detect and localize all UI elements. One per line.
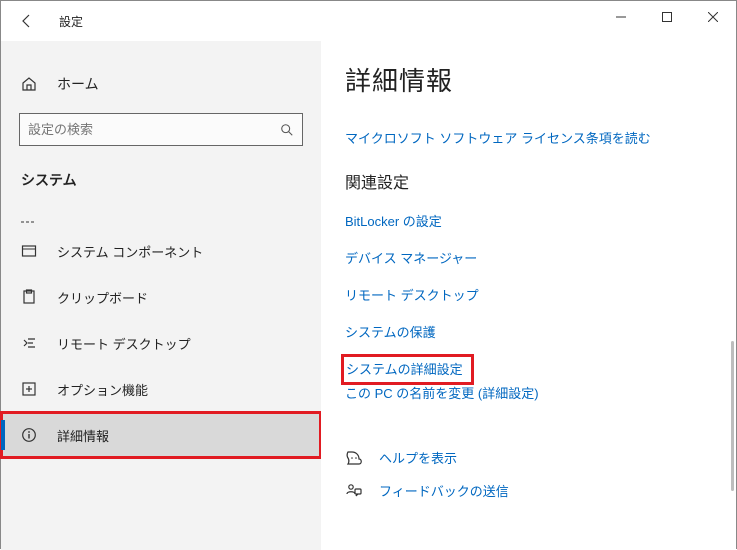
search-icon bbox=[280, 123, 294, 137]
link-remote-desktop[interactable]: リモート デスクトップ bbox=[345, 285, 479, 304]
home-icon bbox=[21, 76, 39, 92]
close-button[interactable] bbox=[690, 1, 736, 33]
sidebar-item-components[interactable]: システム コンポーネント bbox=[1, 228, 321, 274]
help-icon bbox=[345, 449, 365, 467]
search-input[interactable] bbox=[19, 113, 303, 146]
maximize-button[interactable] bbox=[644, 1, 690, 33]
sidebar: ホーム システム システム コンポーネント クリップボード bbox=[1, 41, 321, 550]
search-field[interactable] bbox=[28, 122, 280, 137]
sidebar-item-label: システム コンポーネント bbox=[57, 242, 203, 261]
sidebar-item-optional-features[interactable]: オプション機能 bbox=[1, 366, 321, 412]
page-title: 詳細情報 bbox=[345, 61, 736, 98]
link-device-manager[interactable]: デバイス マネージャー bbox=[345, 248, 477, 267]
info-icon bbox=[21, 427, 39, 443]
truncated-icon bbox=[21, 216, 39, 224]
back-arrow-icon[interactable] bbox=[19, 13, 35, 29]
link-rename-pc[interactable]: この PC の名前を変更 (詳細設定) bbox=[345, 383, 539, 402]
remote-desktop-icon bbox=[21, 335, 39, 351]
sidebar-item-label: クリップボード bbox=[57, 288, 148, 307]
sidebar-item-clipboard[interactable]: クリップボード bbox=[1, 274, 321, 320]
link-bitlocker[interactable]: BitLocker の設定 bbox=[345, 211, 442, 230]
section-label: システム bbox=[1, 162, 321, 202]
sidebar-item-remote-desktop[interactable]: リモート デスクトップ bbox=[1, 320, 321, 366]
title-bar: 設定 bbox=[1, 1, 736, 41]
help-label: ヘルプを表示 bbox=[379, 448, 457, 467]
help-row[interactable]: ヘルプを表示 bbox=[345, 448, 736, 467]
link-system-protection[interactable]: システムの保護 bbox=[345, 322, 436, 341]
related-settings-heading: 関連設定 bbox=[345, 169, 736, 193]
feedback-icon bbox=[345, 482, 365, 500]
license-link[interactable]: マイクロソフト ソフトウェア ライセンス条項を読む bbox=[345, 128, 736, 147]
sidebar-item-label: オプション機能 bbox=[57, 380, 148, 399]
sidebar-item-about[interactable]: 詳細情報 bbox=[1, 412, 321, 458]
window-title: 設定 bbox=[59, 13, 83, 30]
sidebar-item-truncated[interactable] bbox=[1, 202, 321, 228]
main-content: 詳細情報 マイクロソフト ソフトウェア ライセンス条項を読む 関連設定 BitL… bbox=[321, 41, 736, 550]
sidebar-item-label: 詳細情報 bbox=[57, 426, 109, 445]
home-row[interactable]: ホーム bbox=[1, 65, 321, 103]
minimize-button[interactable] bbox=[598, 1, 644, 33]
optional-features-icon bbox=[21, 381, 39, 397]
feedback-label: フィードバックの送信 bbox=[379, 481, 509, 500]
home-label: ホーム bbox=[57, 74, 99, 94]
components-icon bbox=[21, 243, 39, 259]
scrollbar-thumb[interactable] bbox=[731, 341, 734, 491]
scrollbar[interactable] bbox=[726, 41, 734, 550]
sidebar-item-label: リモート デスクトップ bbox=[57, 334, 191, 353]
feedback-row[interactable]: フィードバックの送信 bbox=[345, 481, 736, 500]
clipboard-icon bbox=[21, 289, 39, 305]
link-advanced-system-settings[interactable]: システムの詳細設定 bbox=[346, 359, 463, 378]
